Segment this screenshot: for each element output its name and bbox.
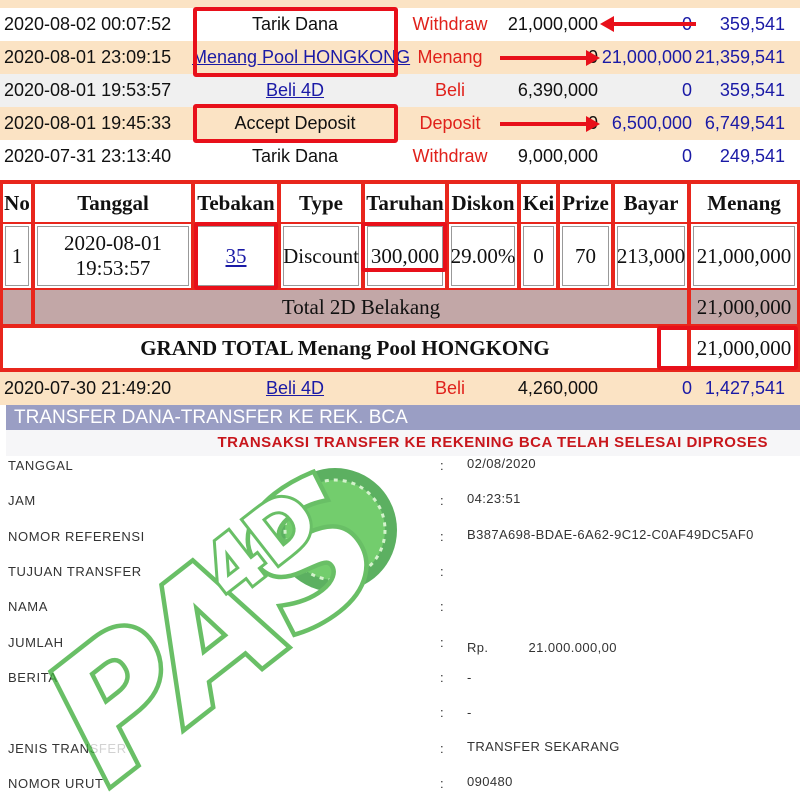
col-header-no: No	[3, 184, 31, 222]
cell-bayar: 213,000	[615, 224, 687, 288]
cell-prize: 70	[560, 224, 611, 288]
table-row: 2020-08-01 19:53:57 Beli 4D Beli 6,390,0…	[0, 74, 800, 107]
tx-desc-link-text[interactable]: Menang Pool HONGKONG	[192, 47, 410, 67]
col-header-prize: Prize	[560, 184, 611, 222]
tx-date: 2020-08-01 19:45:33	[4, 113, 172, 133]
cell-type: Discount	[281, 224, 361, 288]
field-colon: :	[440, 599, 444, 614]
tx-balance: 359,541	[719, 14, 785, 34]
table-row: 2020-07-30 21:49:20 Beli 4D Beli 4,260,0…	[0, 372, 800, 405]
grand-total-label: GRAND TOTAL Menang Pool HONGKONG	[3, 328, 687, 368]
tx-desc-link[interactable]: Menang Pool HONGKONG	[192, 41, 410, 74]
tx-desc-link[interactable]: Beli 4D	[192, 372, 398, 405]
tx-date: 2020-07-30 21:49:20	[4, 378, 172, 398]
field-colon: :	[440, 458, 444, 473]
tx-balance: 6,749,541	[704, 113, 785, 133]
arrow-left-icon	[600, 16, 696, 32]
field-value: 090480	[467, 774, 513, 789]
col-header-taruhan: Taruhan	[365, 184, 445, 222]
tx-amount: 4,260,000	[517, 378, 598, 398]
total-value: 21,000,000	[691, 290, 797, 324]
col-header-kei: Kei	[521, 184, 556, 222]
tx-balance: 359,541	[719, 80, 785, 100]
tx-desc-link[interactable]: Beli 4D	[192, 74, 398, 107]
tx-date: 2020-08-01 23:09:15	[4, 47, 172, 67]
transaction-list: 2020-08-02 00:07:52 Tarik Dana Withdraw …	[0, 0, 800, 180]
field-colon: :	[440, 493, 444, 508]
col-header-bayar: Bayar	[615, 184, 687, 222]
field-colon: :	[440, 564, 444, 579]
total-spacer	[3, 290, 31, 324]
tx-balance: 249,541	[719, 146, 785, 166]
tx-amount: 21,000,000	[507, 14, 598, 34]
transfer-status: TRANSAKSI TRANSFER KE REKENING BCA TELAH…	[6, 430, 800, 456]
tx-type: Menang	[417, 47, 483, 67]
cell-menang: 21,000,000	[691, 224, 797, 288]
cell-tanggal: 2020-08-01 19:53:57	[35, 224, 191, 288]
total-label: Total 2D Belakang	[35, 290, 687, 324]
guess-link[interactable]: 35	[226, 244, 247, 269]
field-value: -	[467, 670, 472, 685]
transfer-title: TRANSFER DANA-TRANSFER KE REK. BCA	[6, 405, 800, 430]
tx-desc: Tarik Dana	[251, 14, 339, 34]
tx-amount: 6,390,000	[517, 80, 598, 100]
tx-desc-link-text[interactable]: Beli 4D	[266, 80, 324, 100]
tx-type: Beli	[434, 80, 465, 100]
table-row: 2020-08-01 23:09:15 Menang Pool HONGKONG…	[0, 41, 800, 74]
field-colon: :	[440, 529, 444, 544]
arrow-right-icon	[500, 50, 600, 66]
bet-detail-table: No Tanggal Tebakan Type Taruhan Diskon K…	[0, 180, 800, 372]
tx-type: Withdraw	[412, 14, 488, 34]
tx-balance: 1,427,541	[704, 378, 785, 398]
partial-row	[0, 0, 800, 8]
col-header-tebakan: Tebakan	[195, 184, 277, 222]
field-colon: :	[440, 741, 444, 756]
tx-type: Beli	[434, 378, 465, 398]
tx-credit: 0	[681, 146, 692, 166]
tx-desc: Accept Deposit	[234, 113, 356, 133]
col-header-diskon: Diskon	[449, 184, 517, 222]
cell-tebakan[interactable]: 35	[195, 224, 277, 288]
tx-credit: 0	[681, 80, 692, 100]
col-header-tanggal: Tanggal	[35, 184, 191, 222]
tx-credit: 0	[681, 378, 692, 398]
col-header-type: Type	[281, 184, 361, 222]
tx-desc-link-text[interactable]: Beli 4D	[266, 378, 324, 398]
cell-no: 1	[3, 224, 31, 288]
tx-balance: 21,359,541	[695, 47, 786, 67]
tx-type: Withdraw	[412, 146, 488, 166]
tx-date: 2020-07-31 23:13:40	[4, 146, 172, 166]
field-colon: :	[440, 635, 444, 650]
grand-total-value: 21,000,000	[691, 328, 797, 368]
watermark-logo-icon: PAS 4D	[7, 455, 420, 800]
field-colon: :	[440, 776, 444, 791]
field-colon: :	[440, 670, 444, 685]
field-value: Rp. 21.000.000,00	[467, 640, 617, 655]
arrow-right-icon	[500, 116, 600, 132]
table-row: 2020-07-31 23:13:40 Tarik Dana Withdraw …	[0, 140, 800, 173]
cell-taruhan: 300,000	[365, 224, 445, 288]
table-row: 2020-08-01 19:45:33 Accept Deposit Depos…	[0, 107, 800, 140]
field-value: -	[467, 705, 472, 720]
tx-amount: 9,000,000	[517, 146, 598, 166]
tx-date: 2020-08-01 19:53:57	[4, 80, 172, 100]
field-value: B387A698-BDAE-6A62-9C12-C0AF49DC5AF0	[467, 527, 754, 542]
field-colon: :	[440, 705, 444, 720]
tx-date: 2020-08-02 00:07:52	[4, 14, 172, 34]
cell-diskon: 29.00%	[449, 224, 517, 288]
tx-desc: Tarik Dana	[251, 146, 339, 166]
tx-credit: 21,000,000	[601, 47, 692, 67]
col-header-menang: Menang	[691, 184, 797, 222]
tx-type: Deposit	[419, 113, 481, 133]
cell-kei: 0	[521, 224, 556, 288]
field-value: TRANSFER SEKARANG	[467, 739, 620, 754]
tx-credit: 6,500,000	[611, 113, 692, 133]
field-value: 02/08/2020	[467, 456, 537, 471]
field-value: 04:23:51	[467, 491, 521, 506]
